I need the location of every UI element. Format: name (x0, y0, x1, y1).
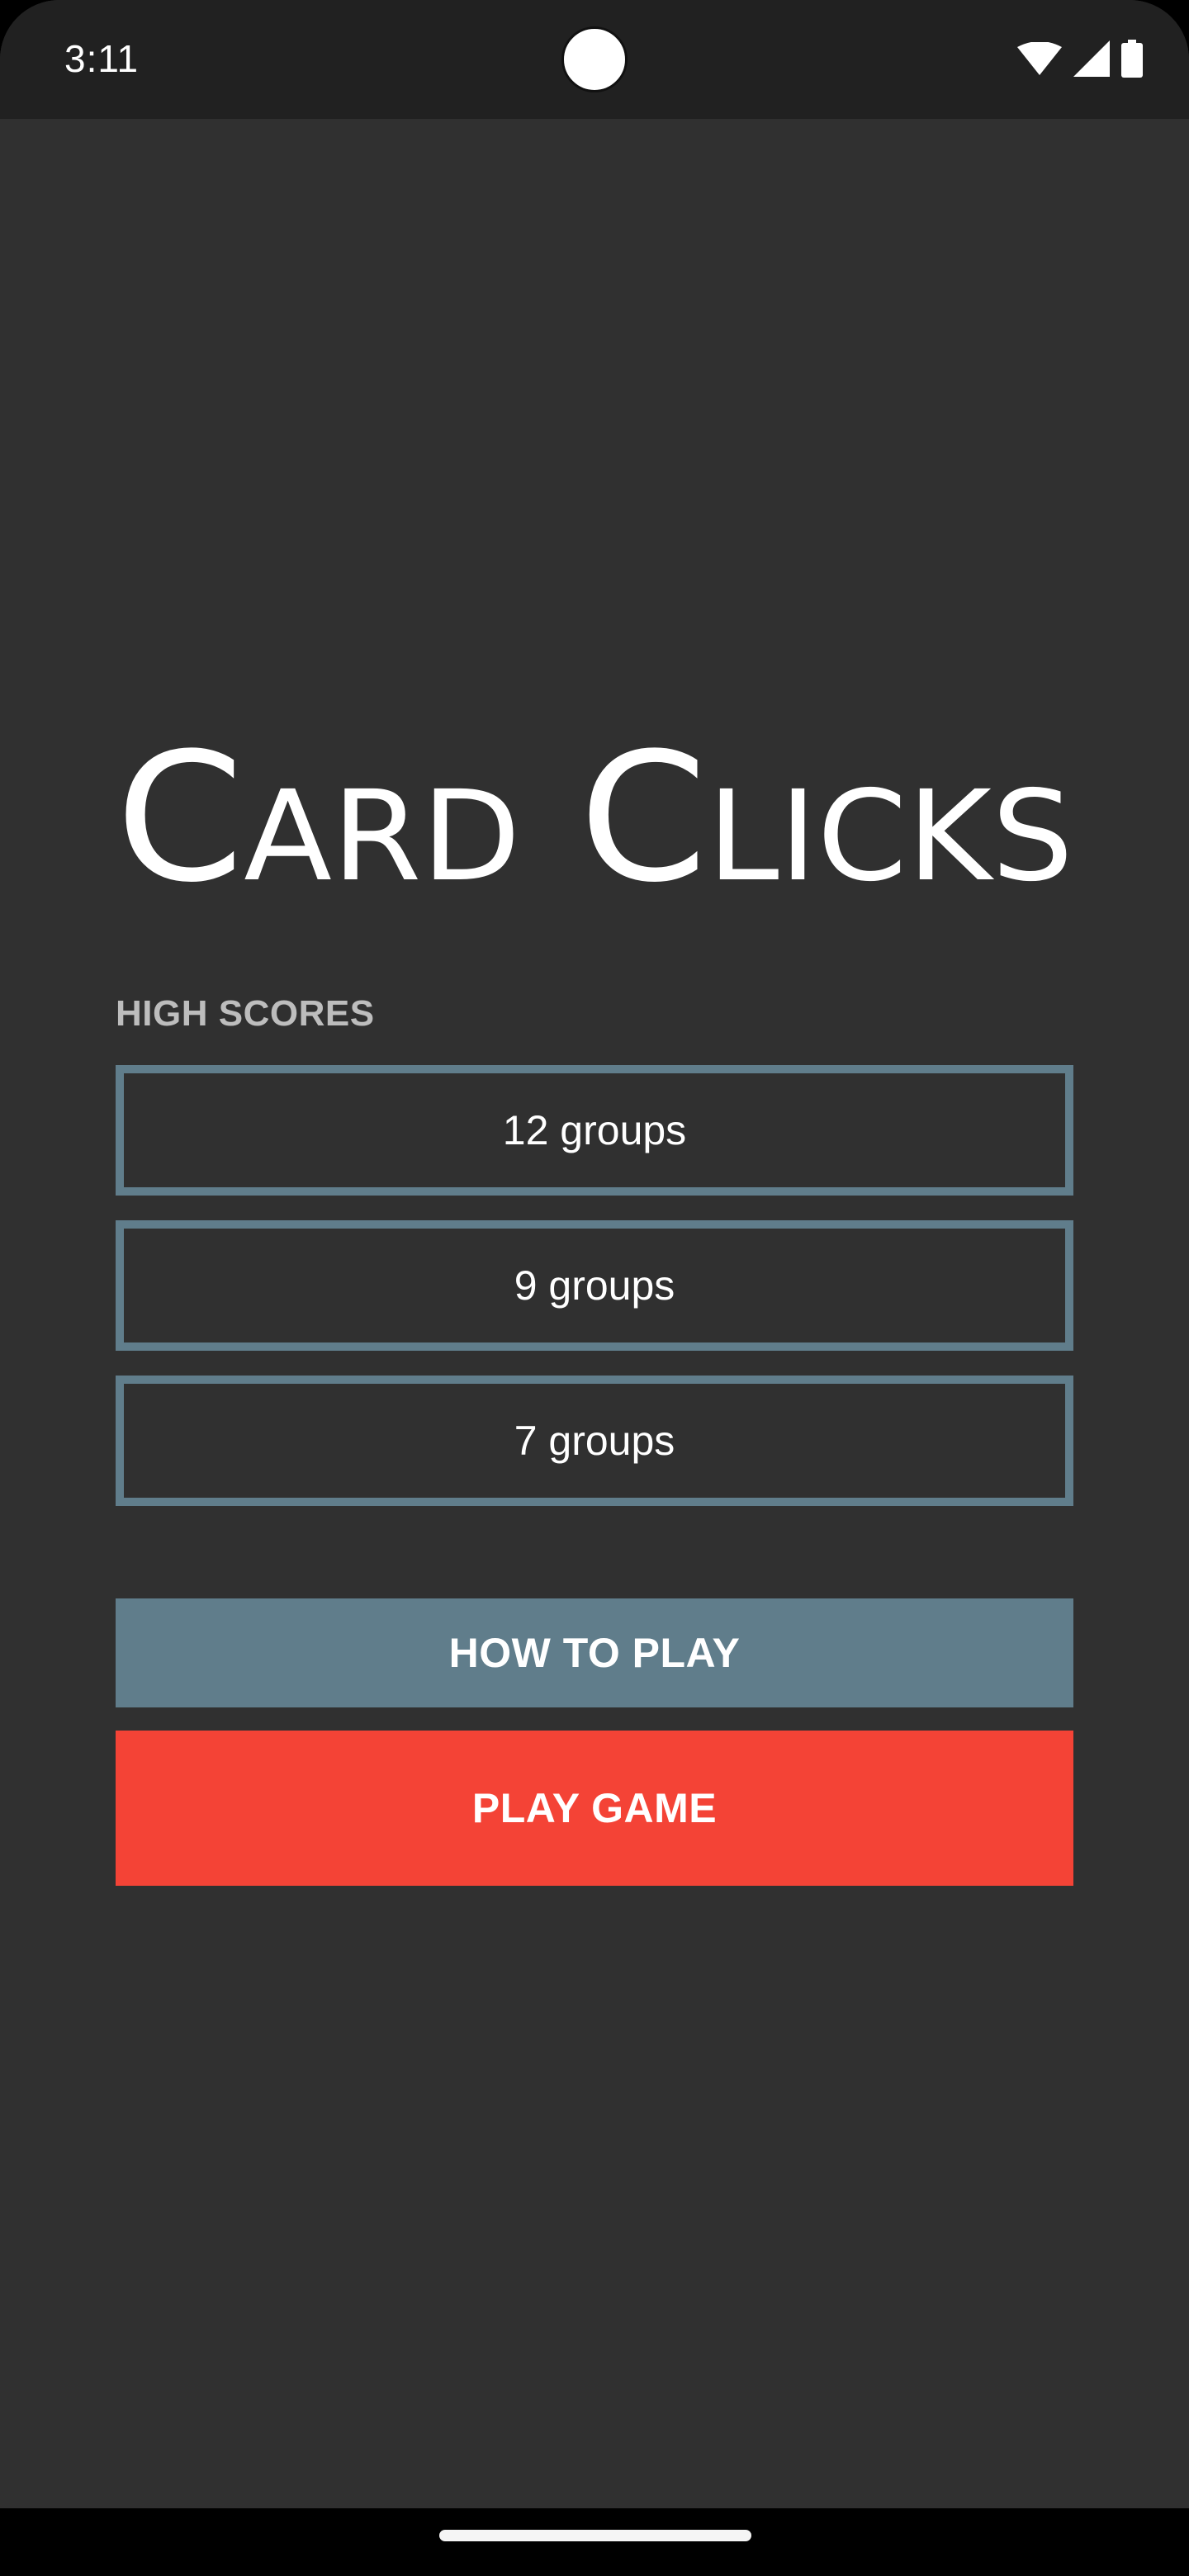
status-icons (1017, 38, 1143, 79)
home-gesture-handle[interactable] (439, 2530, 751, 2541)
high-scores-label: HIGH SCORES (116, 993, 375, 1034)
app-title: Card Clicks (116, 710, 1073, 908)
high-score-item: 7 groups (116, 1376, 1073, 1506)
status-time: 3:11 (64, 37, 140, 80)
play-game-button[interactable]: PLAY GAME (116, 1731, 1073, 1886)
high-score-value: 7 groups (514, 1418, 675, 1464)
play-game-label: PLAY GAME (471, 1785, 718, 1831)
status-bar: 3:11 (0, 0, 1189, 119)
how-to-play-button[interactable]: HOW TO PLAY (116, 1598, 1073, 1707)
front-camera-cutout (561, 26, 628, 92)
battery-icon (1121, 40, 1143, 78)
high-score-value: 9 groups (514, 1262, 675, 1309)
high-score-value: 12 groups (502, 1107, 687, 1153)
signal-icon (1073, 40, 1110, 77)
high-score-item: 9 groups (116, 1220, 1073, 1351)
navigation-bar (0, 2508, 1189, 2576)
app-title-text: Card Clicks (116, 714, 1073, 908)
wifi-icon (1017, 42, 1062, 75)
how-to-play-label: HOW TO PLAY (448, 1630, 741, 1676)
high-score-item: 12 groups (116, 1065, 1073, 1196)
app-screen: 3:11 Card Clicks HIGH SCORES 12 groups 9… (0, 0, 1189, 2576)
